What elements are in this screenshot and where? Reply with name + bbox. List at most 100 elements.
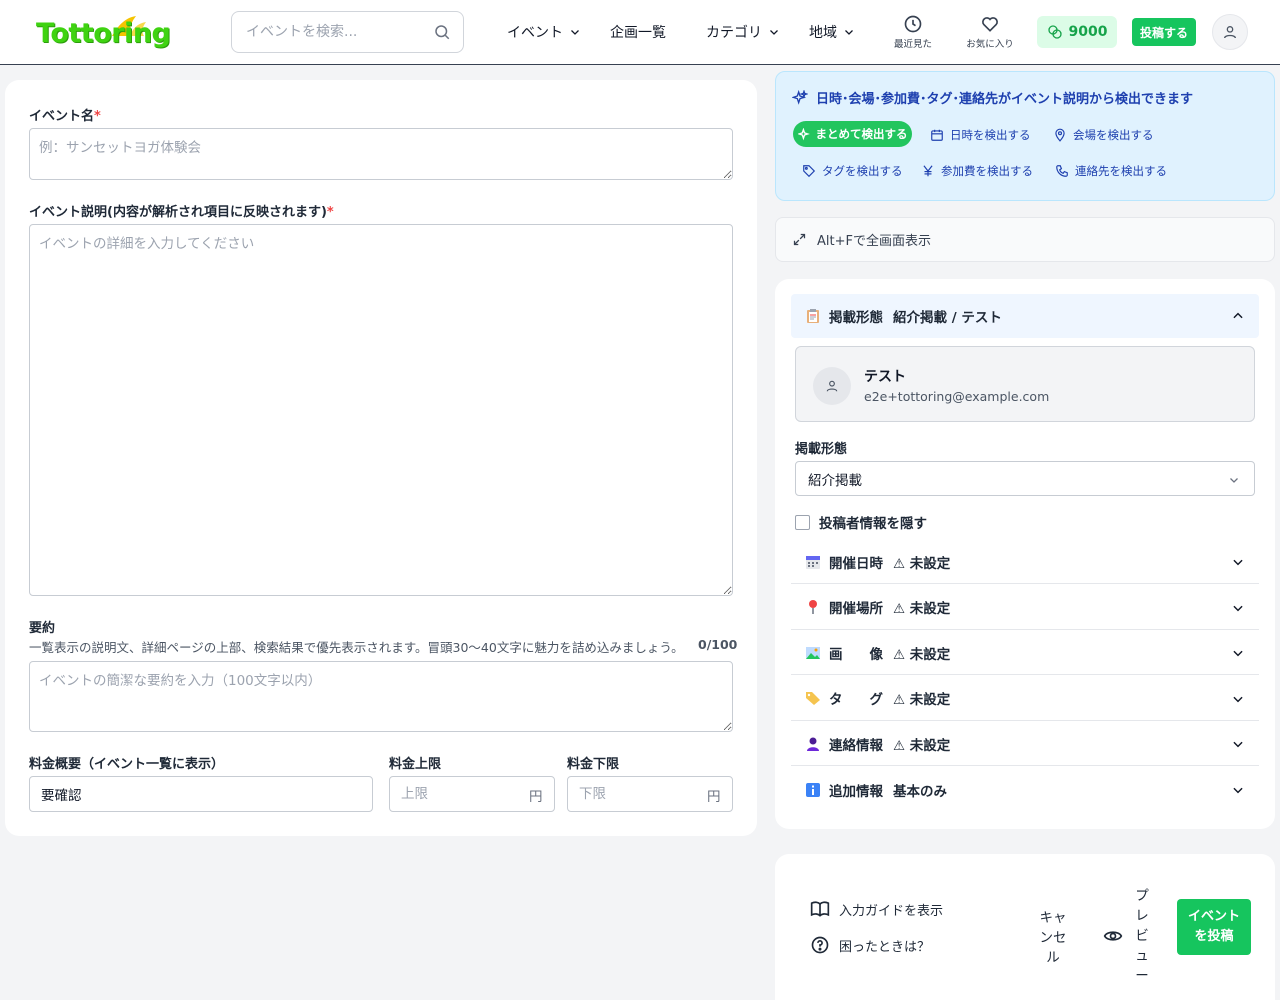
cancel-button[interactable]: キャンセル — [1033, 908, 1073, 968]
nav-category[interactable]: カテゴリ — [706, 22, 780, 42]
submit-event-button[interactable]: イベントを投稿 — [1177, 899, 1251, 955]
fee-overview-input[interactable] — [29, 776, 373, 812]
detect-contact-button[interactable]: 連絡先を検出する — [1055, 163, 1167, 179]
auto-detect-panel: 日時･会場･参加費･タグ･連絡先がイベント説明から検出できます まとめて検出する… — [775, 71, 1275, 201]
detect-tags-button[interactable]: タグを検出する — [802, 163, 903, 179]
detect-venue-button[interactable]: 会場を検出する — [1053, 127, 1154, 143]
section-status: 基本のみ — [893, 784, 947, 800]
avatar[interactable] — [1212, 14, 1248, 50]
nav-plans-label: 企画一覧 — [610, 25, 666, 41]
fullscreen-label: Alt+Fで全画面表示 — [817, 234, 931, 249]
logo[interactable]: Tottoring — [36, 14, 196, 52]
nav-region-label: 地域 — [809, 25, 837, 41]
logo-text: Tottoring — [36, 18, 171, 49]
description-input[interactable] — [29, 224, 733, 596]
fee-min-unit: 円 — [707, 789, 721, 805]
listing-section-header[interactable]: 掲載形態 紹介掲載 / テスト — [791, 294, 1259, 338]
fee-max-label: 料金上限 — [389, 757, 442, 772]
listing-type-label: 掲載形態 — [795, 442, 848, 457]
summary-label: 要約 — [29, 621, 56, 636]
section-title: タ グ — [829, 692, 883, 709]
section-status: ⚠ 未設定 — [893, 737, 951, 754]
chevron-down-icon — [1233, 605, 1243, 611]
user-icon — [1224, 26, 1236, 39]
description-label: イベント説明(内容が解析され項目に反映されます)* — [29, 201, 334, 220]
detect-fee-label: 参加費を検出する — [941, 164, 1033, 178]
summary-hint: 一覧表示の説明文、詳細ページの上部、検索結果で優先表示されます。冒頭30〜40文… — [29, 640, 684, 655]
fee-min-label: 料金下限 — [567, 757, 620, 772]
description-label-text: イベント説明(内容が解析され項目に反映されます) — [29, 205, 327, 220]
site-header: Tottoring イベント 企画一覧 カテゴリ 地域 最近見た お気に入り 9… — [0, 0, 1280, 65]
summary-counter: 0/100 — [698, 637, 738, 652]
section-title: 開催日時 — [829, 555, 883, 572]
yen-icon — [923, 165, 933, 177]
summary-input[interactable] — [29, 661, 733, 732]
map-pin-icon — [1055, 128, 1065, 142]
nav-region[interactable]: 地域 — [809, 22, 855, 42]
expand-icon — [793, 233, 806, 246]
coins-icon — [1047, 25, 1062, 39]
section-title: 追加情報 — [829, 784, 883, 800]
section-title: 開催場所 — [829, 601, 883, 618]
chevron-down-icon — [1233, 559, 1243, 566]
chevron-down-icon — [770, 30, 778, 35]
listing-type-select[interactable]: 紹介掲載 — [795, 461, 1255, 496]
calendar-icon — [931, 129, 943, 141]
help-label: 困ったときは？ — [839, 939, 931, 955]
points-value: 9000 — [1068, 24, 1108, 40]
hide-poster-checkbox[interactable] — [795, 514, 810, 530]
event-form-card: イベント名* イベント説明(内容が解析され項目に反映されます)* 要約 一覧表示… — [5, 80, 757, 836]
tag-icon — [806, 692, 820, 706]
detect-title: 日時･会場･参加費･タグ･連絡先がイベント説明から検出できます — [792, 88, 1193, 107]
search-input[interactable] — [246, 22, 426, 42]
post-button[interactable]: 投稿する — [1132, 18, 1196, 46]
tag-icon — [803, 165, 816, 178]
clipboard-icon — [807, 309, 819, 323]
section-header-info[interactable]: 追加情報 基本のみ — [791, 768, 1259, 812]
chevron-up-icon — [1233, 312, 1243, 319]
chevron-down-icon — [1233, 696, 1243, 703]
nav-events-label: イベント — [507, 25, 563, 41]
nav-plans[interactable]: 企画一覧 — [610, 22, 666, 42]
fee-overview-label: 料金概要（イベント一覧に表示） — [29, 757, 225, 772]
heart-icon — [982, 17, 998, 32]
fullscreen-toggle[interactable]: Alt+Fで全画面表示 — [775, 217, 1275, 262]
listing-type-value: 紹介掲載 — [808, 472, 862, 489]
section-header-image[interactable]: 画 像 ⚠ 未設定 — [791, 631, 1259, 676]
question-icon — [811, 936, 829, 954]
section-header-pin[interactable]: 開催場所 ⚠ 未設定 — [791, 586, 1259, 630]
detect-all-button[interactable]: まとめて検出する — [793, 121, 912, 147]
sparkle-icon — [797, 127, 810, 140]
nav-events[interactable]: イベント — [507, 22, 581, 42]
help-link[interactable]: 困ったときは？ — [810, 935, 930, 955]
phone-icon — [1056, 165, 1068, 177]
input-guide-label: 入力ガイドを表示 — [839, 903, 944, 919]
chevron-down-icon — [1233, 742, 1243, 748]
required-mark: * — [94, 109, 101, 124]
event-name-label-text: イベント名 — [29, 109, 95, 124]
event-name-input[interactable] — [29, 128, 733, 180]
detect-date-button[interactable]: 日時を検出する — [930, 127, 1031, 143]
section-header-tag[interactable]: タ グ ⚠ 未設定 — [791, 677, 1259, 721]
detect-fee-button[interactable]: 参加費を検出する — [921, 163, 1033, 179]
calendar-icon — [806, 555, 820, 569]
image-icon — [806, 646, 820, 659]
section-status: ⚠ 未設定 — [893, 601, 951, 618]
input-guide-link[interactable]: 入力ガイドを表示 — [810, 899, 943, 919]
section-header-person[interactable]: 連絡情報 ⚠ 未設定 — [791, 722, 1259, 767]
section-header-calendar[interactable]: 開催日時 ⚠ 未設定 — [791, 540, 1259, 584]
chevron-down-icon — [1230, 478, 1238, 483]
nav-category-label: カテゴリ — [706, 25, 762, 41]
listing-section-title: 掲載形態 — [829, 310, 883, 326]
section-title: 画 像 — [829, 646, 883, 663]
search-icon[interactable] — [433, 23, 451, 41]
preview-button[interactable]: プレビュー — [1103, 886, 1153, 986]
points-badge[interactable]: 9000 — [1037, 16, 1117, 48]
nav-favorites[interactable]: お気に入り — [960, 14, 1020, 50]
search-box — [231, 11, 464, 53]
book-icon — [810, 901, 830, 917]
nav-favorites-label: お気に入り — [966, 39, 1014, 50]
fee-max-unit: 円 — [529, 789, 543, 805]
nav-recent[interactable]: 最近見た — [883, 14, 943, 50]
hide-poster-checkbox-row[interactable]: 投稿者情報を隠す — [795, 512, 927, 532]
